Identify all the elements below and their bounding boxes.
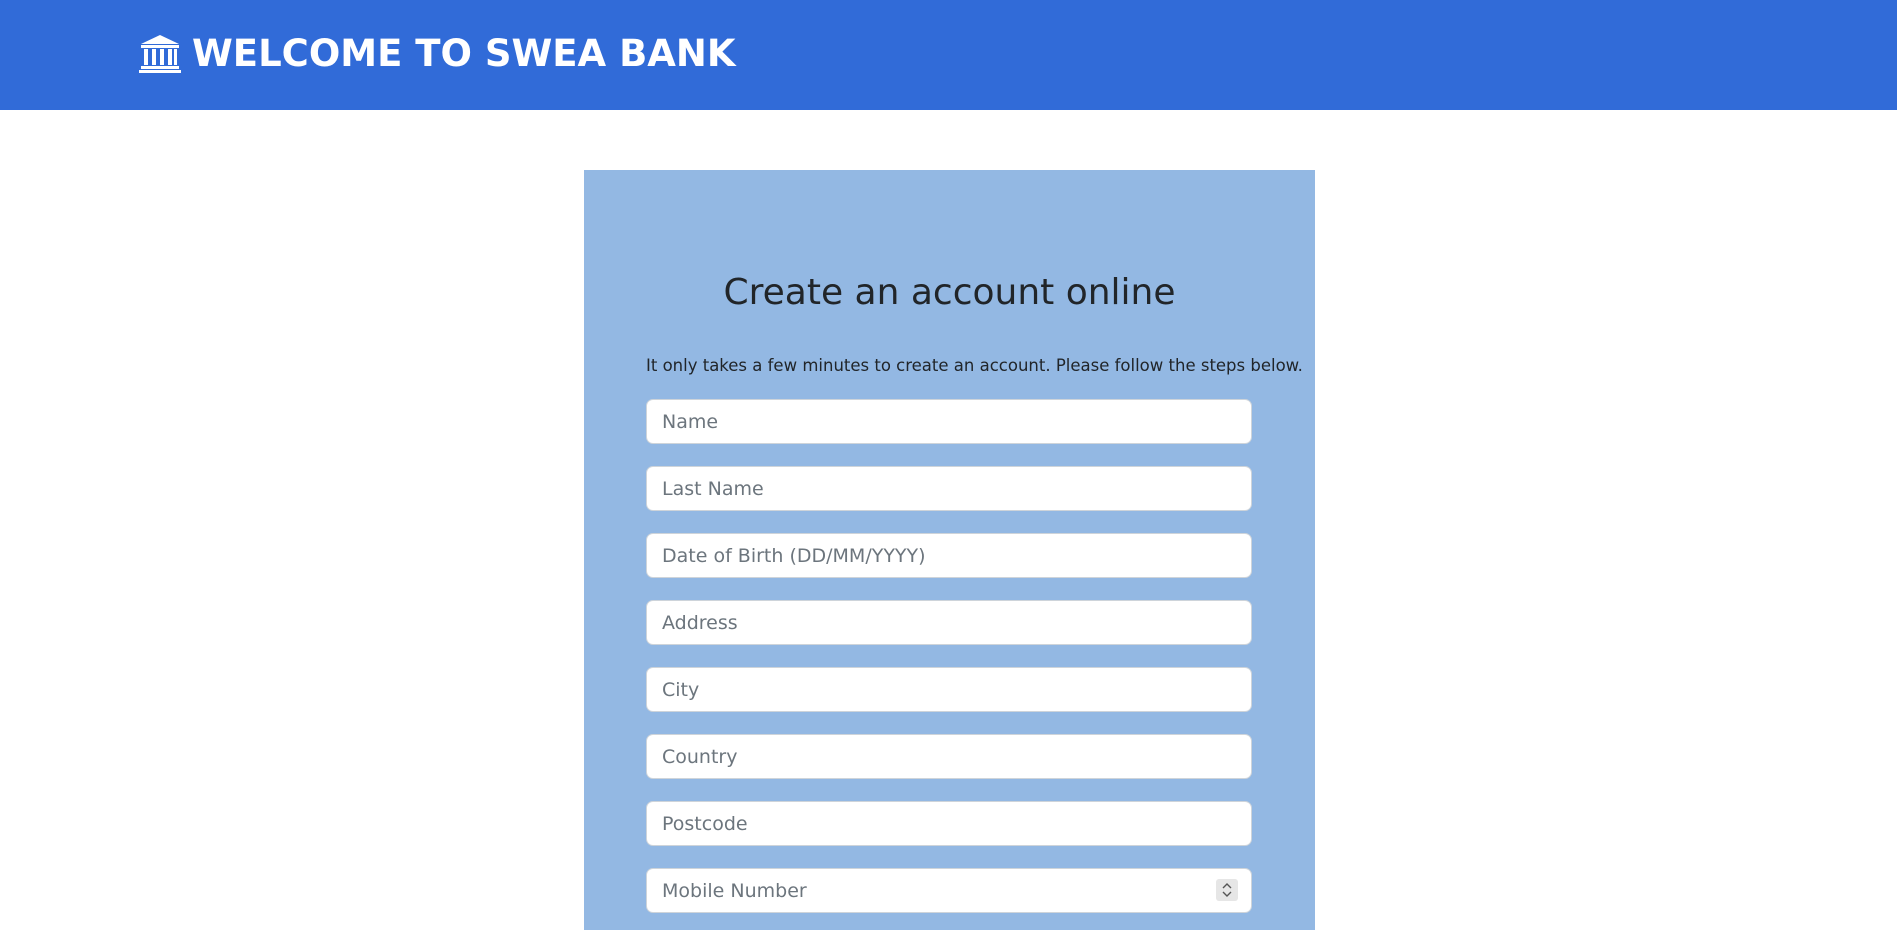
signup-card: Create an account online It only takes a…	[584, 170, 1315, 930]
country-field[interactable]	[646, 734, 1252, 779]
mobile-number-group	[646, 868, 1252, 913]
brand[interactable]: WELCOME TO SWEA BANK	[138, 28, 736, 78]
form-heading: Create an account online	[723, 272, 1176, 313]
address-field[interactable]	[646, 600, 1252, 645]
bank-icon	[138, 31, 182, 75]
last-name-field[interactable]	[646, 466, 1252, 511]
chevron-up-icon[interactable]	[1221, 882, 1233, 890]
city-field[interactable]	[646, 667, 1252, 712]
postcode-field[interactable]	[646, 801, 1252, 846]
mobile-number-field[interactable]	[646, 868, 1252, 913]
site-title: WELCOME TO SWEA BANK	[192, 31, 736, 75]
number-spinner[interactable]	[1216, 879, 1238, 901]
top-navbar: WELCOME TO SWEA BANK	[0, 0, 1897, 110]
date-of-birth-field[interactable]	[646, 533, 1252, 578]
chevron-down-icon[interactable]	[1221, 890, 1233, 898]
form-intro: It only takes a few minutes to create an…	[646, 356, 1303, 375]
name-field[interactable]	[646, 399, 1252, 444]
